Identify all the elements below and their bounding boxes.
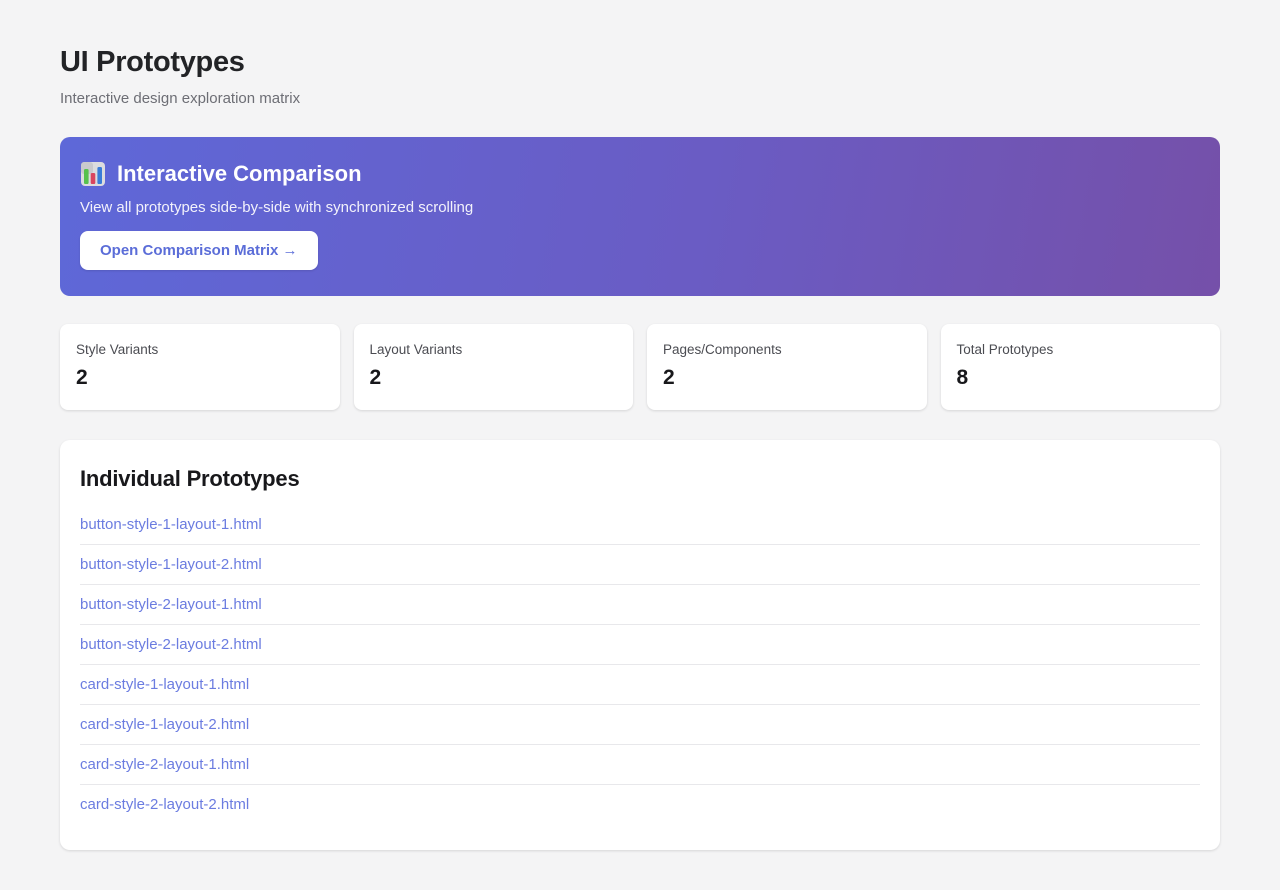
stat-card-total-prototypes: Total Prototypes 8 <box>940 324 1220 410</box>
prototype-link[interactable]: button-style-1-layout-1.html <box>80 505 1200 544</box>
banner-title: Interactive Comparison <box>117 161 362 186</box>
open-comparison-matrix-button[interactable]: Open Comparison Matrix → <box>80 231 318 270</box>
stat-value: 2 <box>76 366 88 389</box>
page-container: UI Prototypes Interactive design explora… <box>0 0 1280 890</box>
list-item: card-style-1-layout-2.html <box>80 705 1200 745</box>
individual-prototypes-card: Individual Prototypes button-style-1-lay… <box>60 440 1220 850</box>
stat-card-pages-components: Pages/Components 2 <box>647 324 927 410</box>
bar-chart-icon <box>80 161 106 187</box>
stats-row: Style Variants 2 Layout Variants 2 Pages… <box>60 324 1220 410</box>
list-item: card-style-2-layout-1.html <box>80 745 1200 785</box>
page-subtitle: Interactive design exploration matrix <box>60 90 301 107</box>
list-item: button-style-2-layout-2.html <box>80 625 1200 665</box>
prototype-link[interactable]: card-style-2-layout-1.html <box>80 745 1200 784</box>
stat-label: Style Variants <box>76 342 159 357</box>
prototype-link[interactable]: button-style-1-layout-2.html <box>80 545 1200 584</box>
list-item: button-style-1-layout-2.html <box>80 545 1200 585</box>
page-title: UI Prototypes <box>60 46 245 78</box>
stat-value: 2 <box>663 366 675 389</box>
stat-label: Total Prototypes <box>956 342 1054 357</box>
prototype-list: button-style-1-layout-1.html button-styl… <box>80 505 1200 824</box>
stat-value: 8 <box>956 366 969 389</box>
list-item: button-style-2-layout-1.html <box>80 585 1200 625</box>
prototype-link[interactable]: card-style-1-layout-1.html <box>80 665 1200 704</box>
list-item: card-style-2-layout-2.html <box>80 785 1200 824</box>
stat-card-style-variants: Style Variants 2 <box>60 324 340 410</box>
prototype-link[interactable]: card-style-1-layout-2.html <box>80 705 1200 744</box>
list-item: button-style-1-layout-1.html <box>80 505 1200 545</box>
prototype-link[interactable]: card-style-2-layout-2.html <box>80 785 1200 824</box>
stat-label: Layout Variants <box>369 342 463 357</box>
individual-prototypes-heading: Individual Prototypes <box>80 466 300 491</box>
stat-label: Pages/Components <box>663 342 782 357</box>
list-item: card-style-1-layout-1.html <box>80 665 1200 705</box>
prototype-link[interactable]: button-style-2-layout-2.html <box>80 625 1200 664</box>
banner-title-row: Interactive Comparison <box>80 161 1200 187</box>
banner-description: View all prototypes side-by-side with sy… <box>80 199 474 216</box>
prototype-link[interactable]: button-style-2-layout-1.html <box>80 585 1200 624</box>
comparison-banner: Interactive Comparison View all prototyp… <box>60 137 1220 296</box>
stat-card-layout-variants: Layout Variants 2 <box>353 324 633 410</box>
stat-value: 2 <box>369 366 382 389</box>
